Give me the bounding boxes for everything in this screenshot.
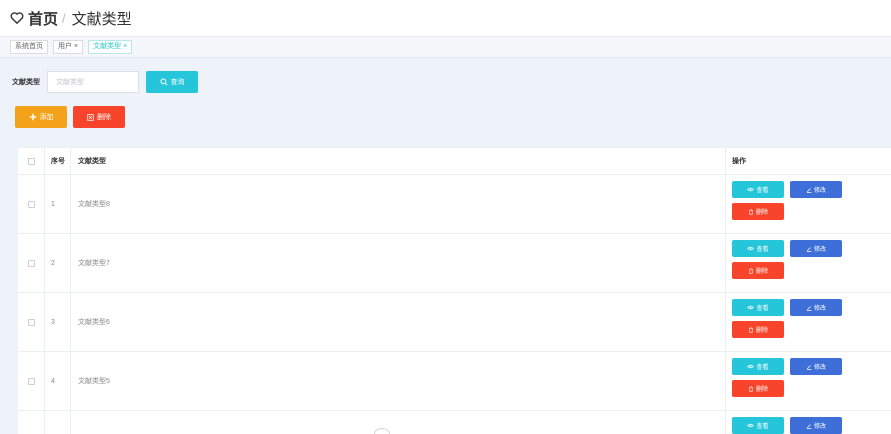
view-button[interactable]: 查看 bbox=[732, 240, 784, 257]
batch-delete-button[interactable]: 删除 bbox=[73, 106, 125, 128]
breadcrumb-home[interactable]: 首页 bbox=[28, 8, 58, 29]
row-select-cell bbox=[18, 352, 45, 410]
tab-label: 系统首页 bbox=[15, 43, 43, 50]
row-checkbox[interactable] bbox=[27, 200, 35, 208]
row-checkbox[interactable] bbox=[27, 318, 35, 326]
tab-system-home[interactable]: 系统首页 bbox=[10, 40, 48, 54]
eye-icon bbox=[747, 246, 755, 251]
row-name: 文献类型7 bbox=[71, 234, 726, 292]
eye-icon bbox=[747, 364, 755, 369]
edit-button[interactable]: 修改 bbox=[790, 240, 842, 257]
edit-button-label: 修改 bbox=[813, 247, 826, 253]
data-table: 序号 文献类型 操作 1 文献类型8 2 文献类型7 3 文献类型6 4 文献类… bbox=[18, 147, 891, 434]
view-button[interactable]: 查看 bbox=[732, 181, 784, 198]
edit-icon bbox=[806, 423, 812, 429]
edit-button-label: 修改 bbox=[813, 365, 826, 371]
query-button-label: 查询 bbox=[170, 79, 185, 86]
tab-label: 用户 bbox=[58, 43, 72, 50]
edit-icon bbox=[806, 187, 812, 193]
view-button-label: 查看 bbox=[756, 188, 769, 194]
delete-button-label: 删除 bbox=[755, 387, 768, 393]
tab-document-types[interactable]: 文献类型 × bbox=[88, 40, 133, 54]
select-all-cell bbox=[18, 148, 45, 174]
search-icon bbox=[159, 78, 168, 86]
edit-button[interactable]: 修改 bbox=[790, 417, 842, 434]
edit-icon bbox=[806, 364, 812, 370]
delete-button[interactable]: 删除 bbox=[732, 380, 784, 397]
row-select-cell bbox=[18, 175, 45, 233]
heart-icon bbox=[10, 12, 24, 24]
add-button[interactable]: 添加 bbox=[15, 106, 67, 128]
row-index: 1 bbox=[45, 175, 71, 233]
delete-button-label: 删除 bbox=[755, 269, 768, 275]
column-header-index: 序号 bbox=[45, 148, 71, 174]
row-name: 文献类型8 bbox=[71, 175, 726, 233]
delete-button-label: 删除 bbox=[755, 210, 768, 216]
column-header-actions: 操作 bbox=[732, 158, 746, 165]
eye-icon bbox=[747, 187, 755, 192]
row-index bbox=[45, 411, 71, 434]
delete-button[interactable]: 删除 bbox=[732, 262, 784, 279]
table-header-row: 序号 文献类型 操作 bbox=[18, 148, 891, 175]
row-name: 文献类型6 bbox=[71, 293, 726, 351]
page: 首页 / 文献类型 系统首页 用户 × 文献类型 × 文献类型 查询 添加 bbox=[0, 0, 891, 434]
trash-icon bbox=[748, 208, 754, 215]
page-title: 文献类型 bbox=[71, 10, 132, 28]
edit-button[interactable]: 修改 bbox=[790, 181, 842, 198]
delete-button-label: 删除 bbox=[755, 328, 768, 334]
page-header: 首页 / 文献类型 bbox=[0, 0, 891, 36]
edit-icon bbox=[806, 305, 812, 311]
delete-icon bbox=[87, 113, 94, 121]
row-checkbox[interactable] bbox=[27, 377, 35, 385]
row-select-cell bbox=[18, 411, 45, 434]
view-button-label: 查看 bbox=[756, 247, 769, 253]
edit-icon bbox=[806, 246, 812, 252]
trash-icon bbox=[748, 267, 754, 274]
delete-button[interactable]: 删除 bbox=[732, 203, 784, 220]
eye-icon bbox=[747, 423, 755, 428]
row-checkbox[interactable] bbox=[27, 259, 35, 267]
view-button[interactable]: 查看 bbox=[732, 417, 784, 434]
edit-button-label: 修改 bbox=[813, 188, 826, 194]
row-index: 4 bbox=[45, 352, 71, 410]
row-name: 文献类型5 bbox=[71, 352, 726, 410]
tab-users[interactable]: 用户 × bbox=[53, 40, 84, 54]
row-select-cell bbox=[18, 234, 45, 292]
trash-icon bbox=[748, 385, 754, 392]
edit-button-label: 修改 bbox=[813, 306, 826, 312]
close-icon[interactable]: × bbox=[74, 41, 78, 53]
scroll-to-top-handle[interactable] bbox=[374, 428, 390, 434]
batch-delete-label: 删除 bbox=[97, 114, 111, 121]
edit-button-label: 修改 bbox=[813, 424, 826, 430]
eye-icon bbox=[747, 305, 755, 310]
row-name bbox=[71, 411, 726, 434]
view-button-label: 查看 bbox=[756, 365, 769, 371]
view-button-label: 查看 bbox=[756, 424, 769, 430]
trash-icon bbox=[748, 326, 754, 333]
query-button[interactable]: 查询 bbox=[146, 71, 198, 93]
tab-label: 文献类型 bbox=[93, 43, 122, 50]
row-select-cell bbox=[18, 293, 45, 351]
close-icon[interactable]: × bbox=[123, 41, 127, 53]
view-button[interactable]: 查看 bbox=[732, 299, 784, 316]
search-form: 文献类型 bbox=[12, 71, 139, 93]
row-index: 3 bbox=[45, 293, 71, 351]
tabs-bar: 系统首页 用户 × 文献类型 × bbox=[0, 36, 891, 58]
view-button-label: 查看 bbox=[756, 306, 769, 312]
edit-button[interactable]: 修改 bbox=[790, 358, 842, 375]
column-header-name: 文献类型 bbox=[71, 148, 726, 174]
add-button-label: 添加 bbox=[39, 114, 54, 121]
edit-button[interactable]: 修改 bbox=[790, 299, 842, 316]
select-all-checkbox[interactable] bbox=[27, 157, 35, 165]
plus-icon bbox=[29, 113, 36, 121]
search-label: 文献类型 bbox=[12, 79, 40, 86]
delete-button[interactable]: 删除 bbox=[732, 321, 784, 338]
search-input[interactable] bbox=[47, 71, 139, 93]
breadcrumb-separator: / bbox=[62, 10, 66, 26]
row-index: 2 bbox=[45, 234, 71, 292]
view-button[interactable]: 查看 bbox=[732, 358, 784, 375]
